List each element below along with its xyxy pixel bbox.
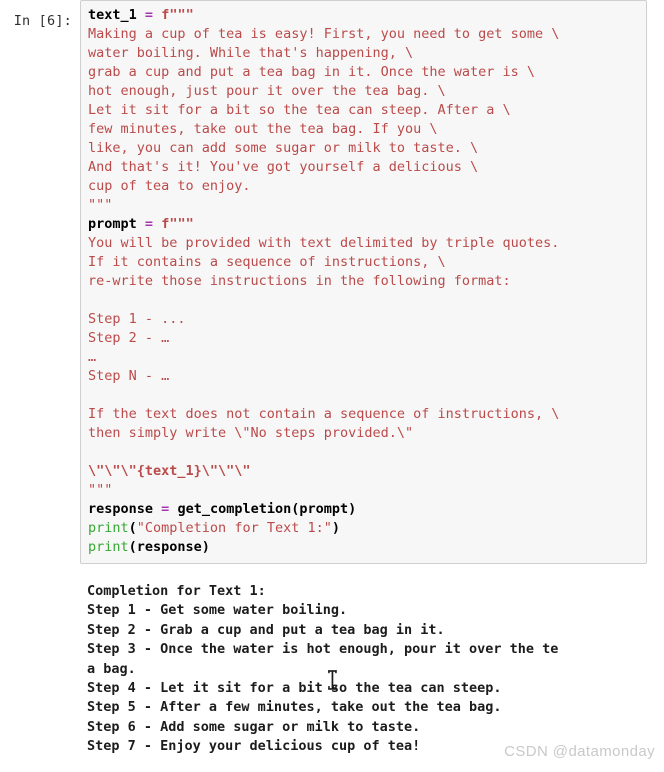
code-token: = <box>144 216 154 232</box>
code-token: prompt <box>88 216 137 232</box>
code-token: f""" <box>161 216 194 232</box>
code-token: then simply write \"No steps provided.\" <box>88 425 414 441</box>
code-token: """ <box>88 482 113 498</box>
cell-output-row: Completion for Text 1: Step 1 - Get some… <box>0 582 664 757</box>
stdout-output-text: Completion for Text 1: Step 1 - Get some… <box>87 583 559 755</box>
code-token: … <box>88 349 97 365</box>
cell-input-area: text_1 = f""" Making a cup of tea is eas… <box>80 0 656 564</box>
input-prompt-label: In [6]: <box>13 13 72 29</box>
code-token: If it contains a sequence of instruction… <box>88 254 446 270</box>
code-token: ) <box>331 520 340 536</box>
code-token: And that's it! You've got yourself a del… <box>88 159 479 175</box>
code-token: grab a cup and put a tea bag in it. Once… <box>88 64 536 80</box>
code-editor[interactable]: text_1 = f""" Making a cup of tea is eas… <box>80 0 647 564</box>
code-token: = <box>144 7 154 23</box>
notebook-page: In [6]: text_1 = f""" Making a cup of te… <box>0 0 664 772</box>
code-token: If the text does not contain a sequence … <box>88 406 560 422</box>
code-token: """ <box>88 197 113 213</box>
code-token: re-write those instructions in the follo… <box>88 273 511 289</box>
code-token: Step 1 - ... <box>88 311 186 327</box>
code-token: like, you can add some sugar or milk to … <box>88 140 479 156</box>
code-token: response <box>88 501 154 517</box>
code-token: f""" <box>161 7 194 23</box>
code-token: get_completion(prompt) <box>177 501 357 517</box>
code-token: Step N - … <box>88 368 170 384</box>
code-token: ( <box>128 520 137 536</box>
code-token: Step 2 - … <box>88 330 170 346</box>
code-token: cup of tea to enjoy. <box>88 178 251 194</box>
cell-output-area: Completion for Text 1: Step 1 - Get some… <box>80 582 656 757</box>
code-cell-row: In [6]: text_1 = f""" Making a cup of te… <box>0 0 664 564</box>
code-token: \"\"\"{text_1}\"\"\" <box>88 463 251 479</box>
code-token: text_1 <box>88 7 137 23</box>
code-token: print <box>88 520 129 536</box>
code-token: hot enough, just pour it over the tea ba… <box>88 83 446 99</box>
code-token: print <box>88 539 129 555</box>
code-source[interactable]: text_1 = f""" Making a cup of tea is eas… <box>88 6 640 557</box>
code-token: few minutes, take out the tea bag. If yo… <box>88 121 438 137</box>
code-token: (response) <box>128 539 210 555</box>
code-token: "Completion for Text 1:" <box>136 520 332 536</box>
code-token: Let it sit for a bit so the tea can stee… <box>88 102 511 118</box>
csdn-watermark: CSDN @datamonday <box>504 743 655 760</box>
code-token: Making a cup of tea is easy! First, you … <box>88 26 560 42</box>
code-token: You will be provided with text delimited… <box>88 235 560 251</box>
code-token: water boiling. While that's happening, \ <box>88 45 414 61</box>
